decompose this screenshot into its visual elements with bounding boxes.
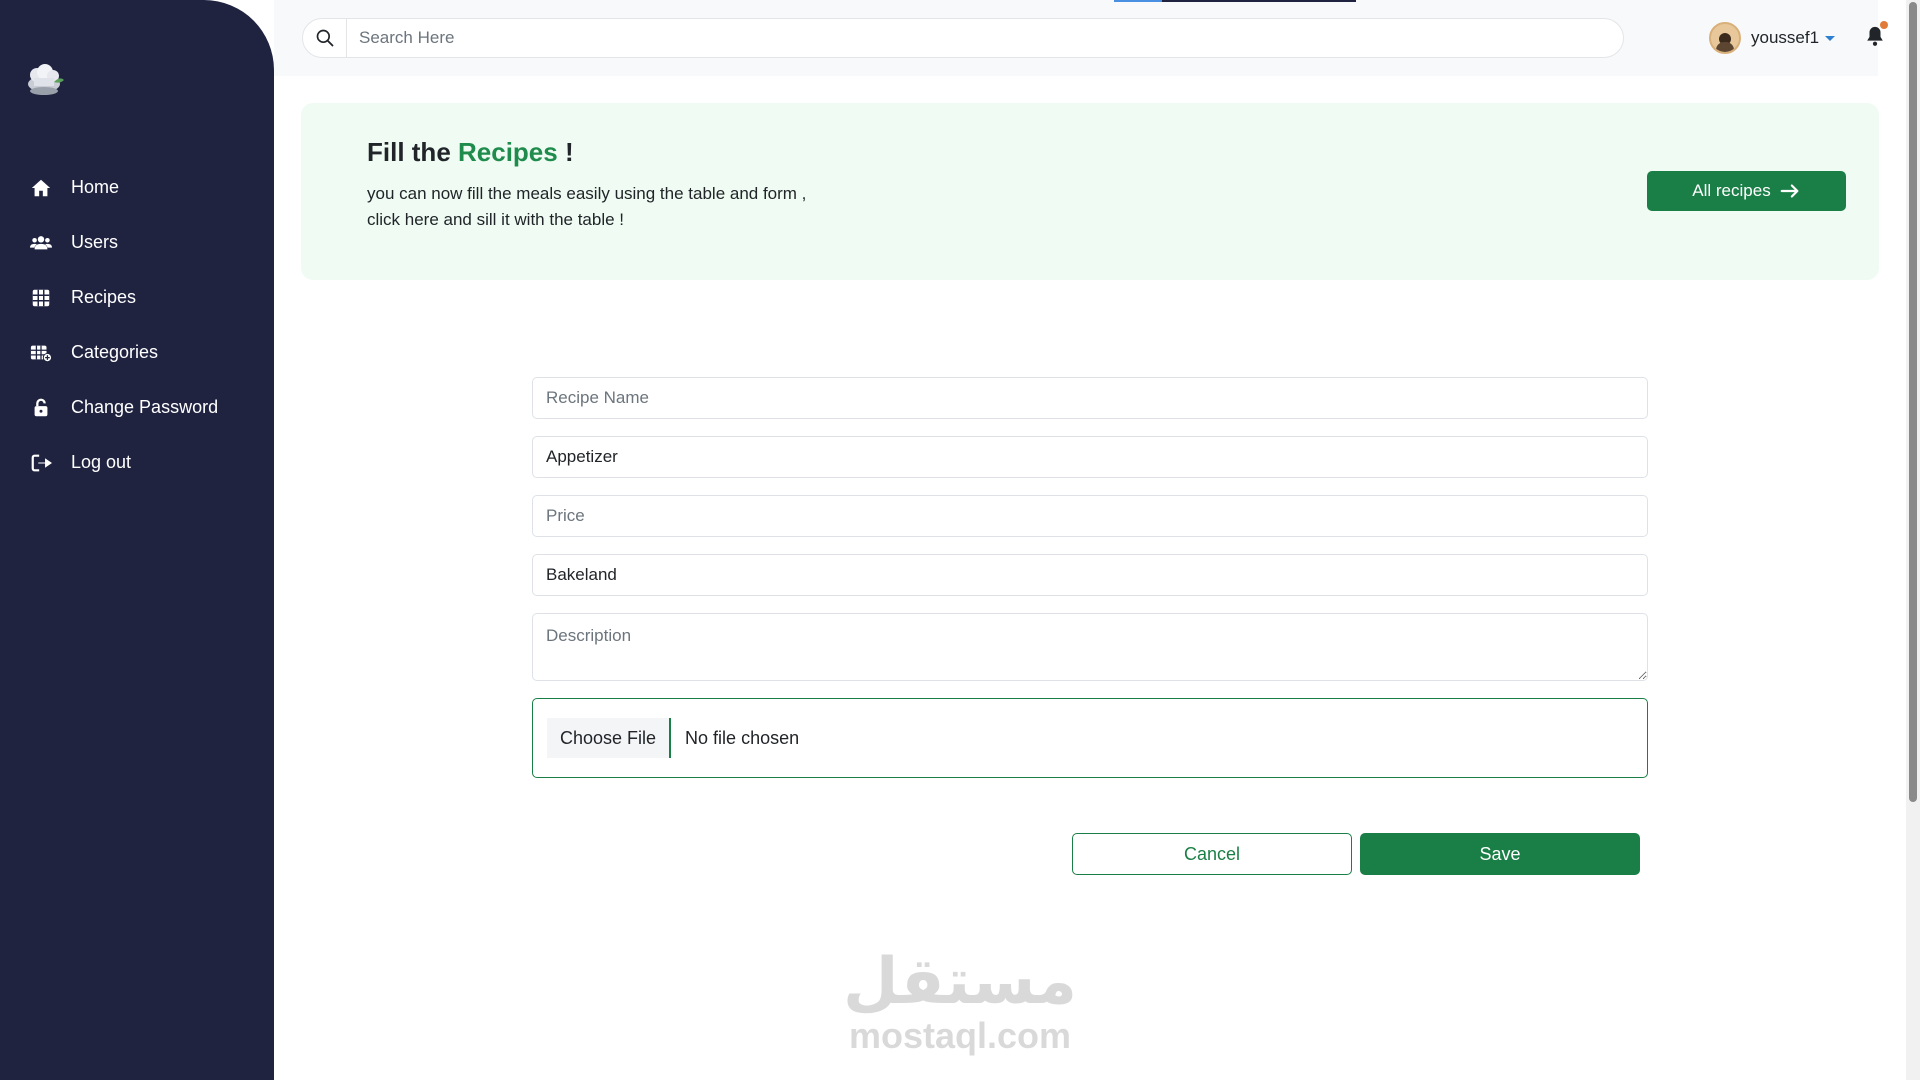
scrollbar[interactable] — [1906, 0, 1920, 1080]
notification-dot — [1880, 21, 1888, 29]
sidebar-item-categories[interactable]: Categories — [0, 325, 274, 380]
banner-subtitle: you can now fill the meals easily using … — [367, 181, 887, 233]
sidebar: Home Users Recipes Categories Change Pas… — [0, 0, 274, 1080]
search-bar — [302, 18, 1624, 58]
users-icon — [30, 235, 52, 249]
watermark-arabic: مستقل — [842, 945, 1078, 1019]
home-icon — [31, 179, 51, 196]
sidebar-item-recipes[interactable]: Recipes — [0, 270, 274, 325]
search-icon[interactable] — [303, 18, 347, 58]
header-banner: Fill the Recipes ! you can now fill the … — [301, 103, 1879, 280]
category-select[interactable]: Appetizer — [532, 436, 1648, 478]
cancel-button[interactable]: Cancel — [1072, 833, 1352, 875]
avatar — [1709, 22, 1741, 54]
file-status: No file chosen — [685, 727, 800, 748]
search-input[interactable] — [347, 19, 1623, 57]
sidebar-item-label: Change Password — [71, 397, 219, 417]
banner-subtitle-line-2: click here and sill it with the table ! — [367, 210, 625, 229]
sidebar-item-label: Recipes — [71, 287, 137, 307]
chevron-down-icon — [1825, 35, 1836, 41]
banner-title: Fill the Recipes ! — [367, 137, 574, 168]
user-menu[interactable]: youssef1 — [1709, 22, 1836, 54]
choose-file-button[interactable]: Choose File — [547, 718, 672, 758]
all-recipes-button[interactable]: All recipes — [1647, 171, 1846, 211]
unlock-icon — [34, 398, 48, 416]
sidebar-item-change-password[interactable]: Change Password — [0, 380, 274, 435]
bell-icon[interactable] — [1864, 21, 1888, 50]
banner-subtitle-line-1: you can now fill the meals easily using … — [367, 184, 807, 203]
description-textarea[interactable] — [532, 613, 1648, 681]
top-navbar: youssef1 — [274, 0, 1888, 76]
page-load-progress — [1114, 0, 1356, 2]
categories-icon — [30, 345, 52, 362]
sidebar-item-label: Log out — [71, 452, 132, 472]
price-input[interactable] — [532, 495, 1648, 537]
tag-select[interactable]: Bakeland — [532, 554, 1648, 596]
banner-title-suffix: ! — [557, 137, 574, 167]
logout-icon — [31, 454, 52, 471]
watermark: مستقل mostaql.com — [840, 945, 1080, 1065]
sidebar-nav: Home Users Recipes Categories Change Pas… — [0, 160, 274, 490]
recipe-form: Appetizer Bakeland Choose File No file c… — [532, 377, 1648, 778]
recipe-name-input[interactable] — [532, 377, 1648, 419]
sidebar-item-label: Users — [71, 232, 119, 252]
chef-hat-icon[interactable] — [24, 62, 66, 98]
sidebar-item-log-out[interactable]: Log out — [0, 435, 274, 490]
sidebar-item-users[interactable]: Users — [0, 215, 274, 270]
arrow-right-icon — [1780, 184, 1799, 198]
watermark-latin: mostaql.com — [848, 1015, 1072, 1056]
category-select-value: Appetizer — [546, 447, 618, 466]
banner-title-accent: Recipes — [458, 137, 558, 167]
all-recipes-button-label: All recipes — [1692, 181, 1771, 200]
file-upload[interactable]: Choose File No file chosen — [532, 698, 1648, 778]
sidebar-item-label: Home — [71, 177, 120, 197]
table-grid-icon — [32, 289, 50, 306]
tag-select-value: Bakeland — [546, 565, 617, 584]
sidebar-item-home[interactable]: Home — [0, 160, 274, 215]
sidebar-item-label: Categories — [71, 342, 159, 362]
scrollbar-thumb[interactable] — [1909, 2, 1917, 802]
save-button[interactable]: Save — [1360, 833, 1640, 875]
banner-title-prefix: Fill the — [367, 137, 458, 167]
username: youssef1 — [1751, 28, 1820, 47]
